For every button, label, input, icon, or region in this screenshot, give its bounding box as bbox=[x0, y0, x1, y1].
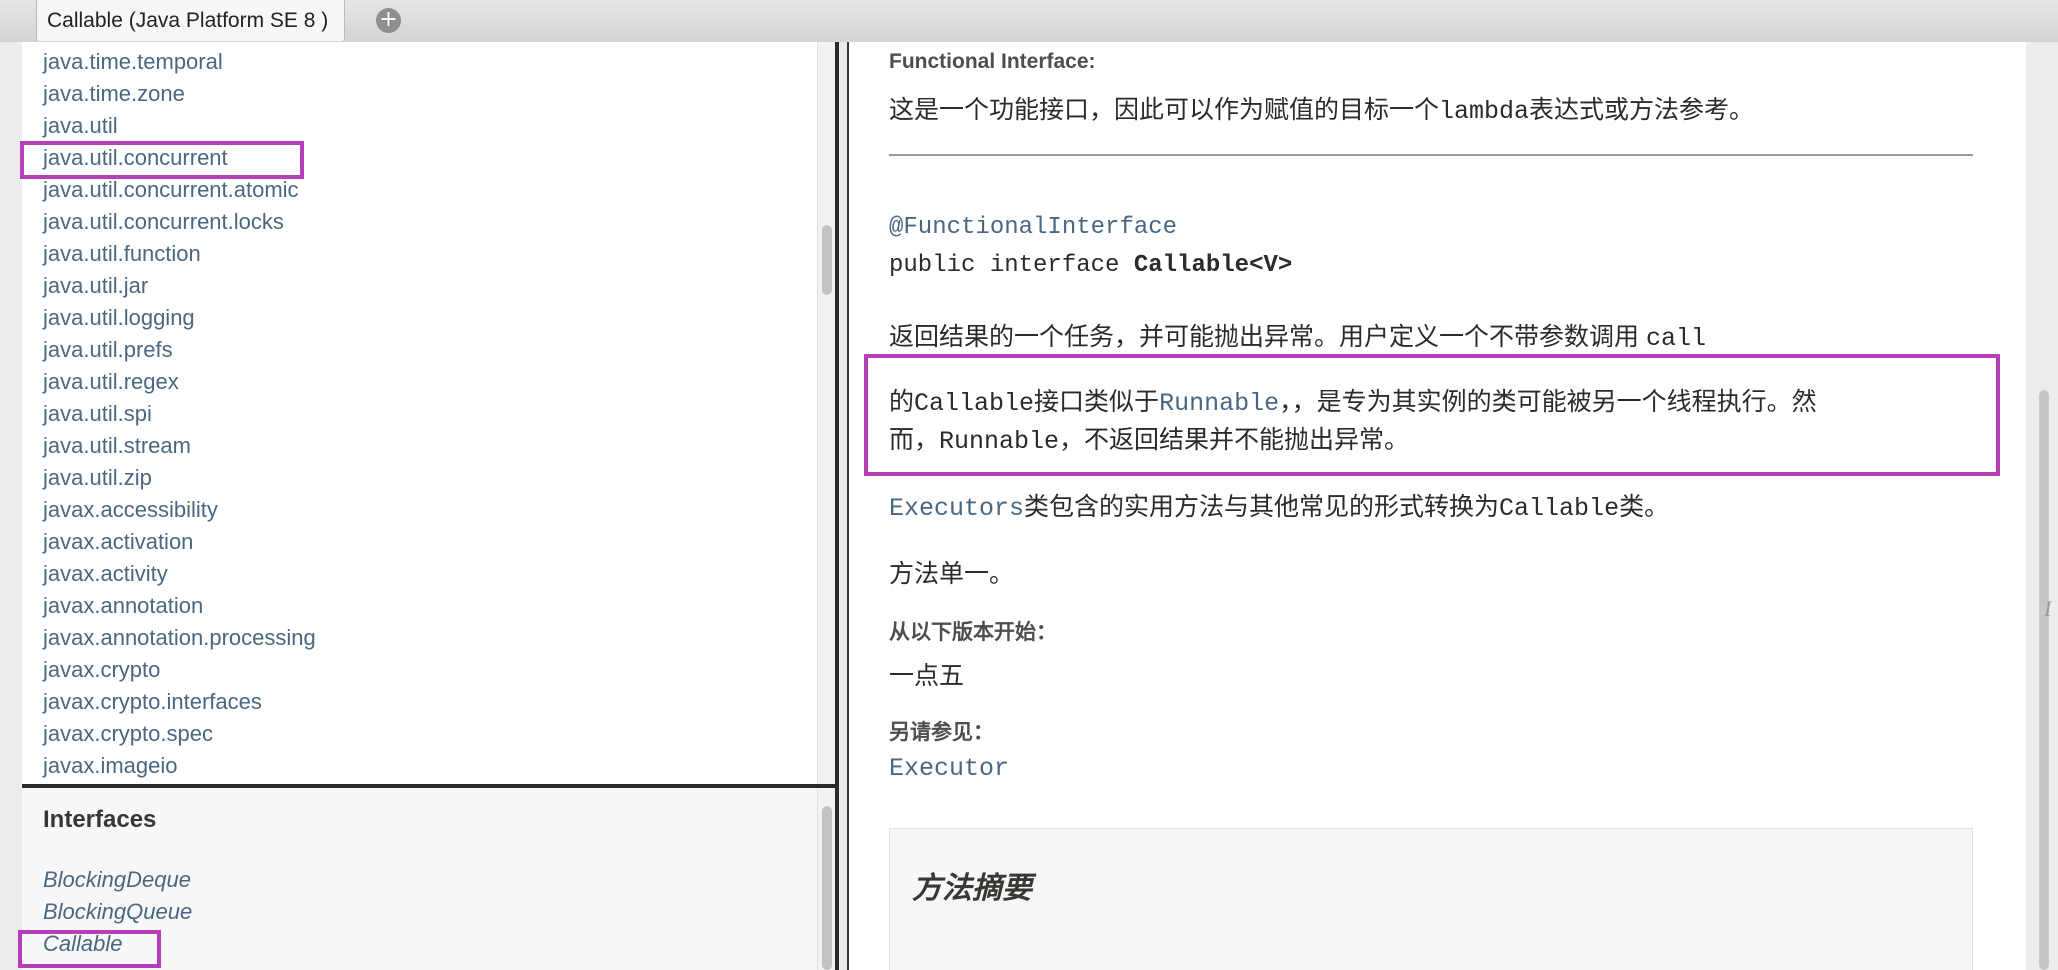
description-line-4: Executors类包含的实用方法与其他常见的形式转换为Callable类。 bbox=[889, 493, 1670, 523]
text-cursor-icon: I bbox=[2044, 596, 2052, 621]
functional-interface-label: Functional Interface: bbox=[889, 50, 1096, 73]
package-link[interactable]: java.util bbox=[43, 110, 316, 142]
package-link[interactable]: javax.crypto.interfaces bbox=[43, 686, 316, 718]
package-link[interactable]: java.util.prefs bbox=[43, 334, 316, 366]
tab-title: Callable (Java Platform SE 8 ) bbox=[47, 8, 329, 32]
interface-link[interactable]: BlockingDeque bbox=[43, 864, 192, 896]
package-link[interactable]: java.time.zone bbox=[43, 78, 316, 110]
package-link[interactable]: java.util.function bbox=[43, 238, 316, 270]
package-link[interactable]: java.util.zip bbox=[43, 462, 316, 494]
interface-link[interactable]: BlockingQueue bbox=[43, 896, 192, 928]
plus-circle-icon[interactable]: + bbox=[376, 8, 401, 33]
highlight-box-callable bbox=[18, 930, 161, 968]
method-summary-box: 方法摘要 bbox=[889, 828, 1973, 970]
package-link[interactable]: javax.crypto bbox=[43, 654, 316, 686]
package-link[interactable]: java.util.concurrent.locks bbox=[43, 206, 316, 238]
package-link[interactable]: java.util.regex bbox=[43, 366, 316, 398]
highlight-box-package bbox=[20, 141, 304, 179]
interfaces-heading: Interfaces bbox=[43, 806, 157, 833]
description-line-1: 返回结果的一个任务，并可能抛出异常。用户定义一个不带参数调用 call bbox=[889, 323, 1706, 353]
package-link[interactable]: javax.activity bbox=[43, 558, 316, 590]
highlight-box-description bbox=[864, 354, 2000, 476]
section-divider bbox=[889, 154, 1973, 156]
content-scroll-thumb[interactable] bbox=[2039, 390, 2049, 970]
class-list-scroll-thumb[interactable] bbox=[822, 806, 832, 970]
package-link[interactable]: java.time.temporal bbox=[43, 46, 316, 78]
package-link[interactable]: java.util.stream bbox=[43, 430, 316, 462]
tab-bar: Callable (Java Platform SE 8 ) + bbox=[0, 0, 2058, 43]
package-link[interactable]: javax.imageio bbox=[43, 750, 316, 782]
executor-link[interactable]: Executor bbox=[889, 754, 1009, 783]
left-margin bbox=[0, 42, 22, 970]
browser-tab[interactable]: Callable (Java Platform SE 8 ) bbox=[36, 0, 346, 41]
package-link[interactable]: javax.accessibility bbox=[43, 494, 316, 526]
package-list-scrollbar[interactable] bbox=[817, 42, 835, 784]
description-line-5: 方法单一。 bbox=[889, 560, 1015, 588]
package-link[interactable]: java.util.spi bbox=[43, 398, 316, 430]
package-link[interactable]: javax.annotation.processing bbox=[43, 622, 316, 654]
see-also-label: 另请参见： bbox=[889, 721, 994, 744]
package-list-scroll-thumb[interactable] bbox=[822, 225, 832, 295]
package-link[interactable]: javax.annotation bbox=[43, 590, 316, 622]
class-list-scrollbar[interactable] bbox=[817, 788, 835, 970]
annotation-link[interactable]: @FunctionalInterface bbox=[889, 214, 1177, 241]
package-link[interactable]: javax.activation bbox=[43, 526, 316, 558]
package-link[interactable]: java.util.logging bbox=[43, 302, 316, 334]
method-summary-title: 方法摘要 bbox=[912, 872, 1032, 905]
since-label: 从以下版本开始： bbox=[889, 621, 1057, 644]
executors-link[interactable]: Executors bbox=[889, 494, 1024, 523]
class-content-frame: Functional Interface: 这是一个功能接口，因此可以作为赋值的… bbox=[849, 42, 2026, 970]
functional-interface-text: 这是一个功能接口，因此可以作为赋值的目标一个lambda表达式或方法参考。 bbox=[889, 96, 1755, 126]
since-value: 一点五 bbox=[889, 662, 965, 690]
package-link[interactable]: java.util.jar bbox=[43, 270, 316, 302]
class-signature: public interface Callable<V> bbox=[889, 252, 1293, 279]
frame-gap bbox=[839, 42, 847, 970]
package-link[interactable]: javax.crypto.spec bbox=[43, 718, 316, 750]
